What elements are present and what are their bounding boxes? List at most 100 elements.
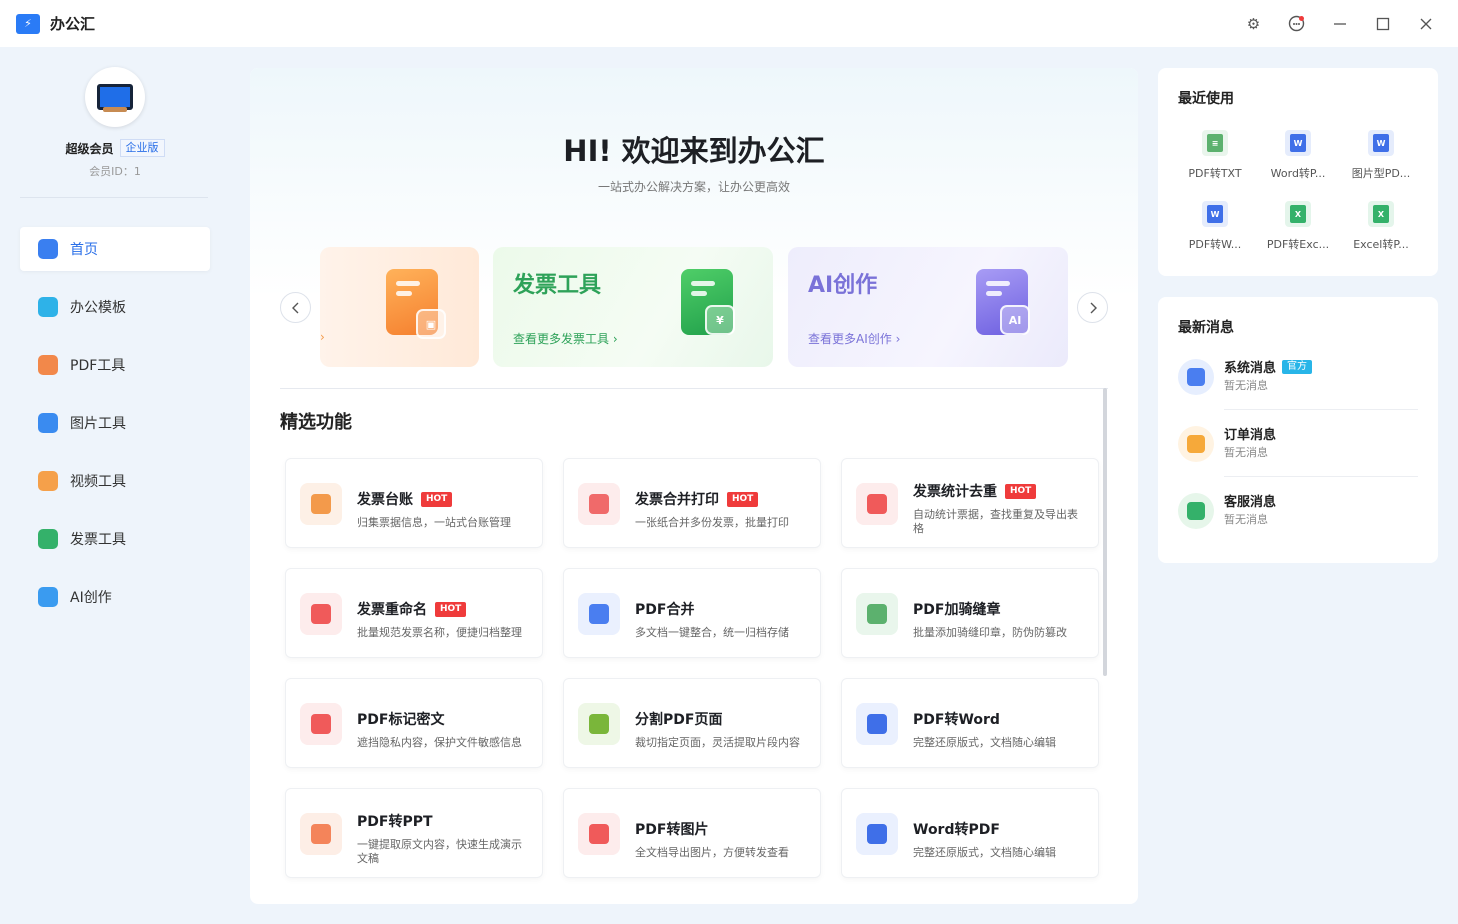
banner-ai-creation[interactable]: AI创作 查看更多AI创作 › AI <box>788 247 1068 367</box>
divider <box>280 388 1108 389</box>
feature-description: 归集票据信息，一站式台账管理 <box>357 516 511 529</box>
sidebar-item-label: 首页 <box>70 242 98 258</box>
feature-title: 发票重命名 <box>357 602 427 618</box>
message-title: 客服消息 <box>1224 495 1277 510</box>
banner-link[interactable]: 查看更多发票工具 › <box>513 330 618 347</box>
messages-panel: 最新消息 系统消息 官方 暂无消息 订单消息 暂无消息 客服消息 暂无消息 <box>1158 297 1438 563</box>
carousel-next-button[interactable] <box>1077 292 1108 323</box>
feature-card[interactable]: 发票统计去重 HOT 自动统计票据，查找重复及导出表格 <box>841 458 1099 548</box>
message-item[interactable]: 客服消息 暂无消息 <box>1178 489 1418 545</box>
feature-card[interactable]: PDF转PPT 一键提取原文内容，快速生成演示文稿 <box>285 788 543 878</box>
feature-title: Word转PDF <box>913 822 1000 838</box>
member-id: 会员ID：1 <box>89 165 141 178</box>
banner-invoice-tools[interactable]: 发票工具 查看更多发票工具 › ¥ <box>493 247 773 367</box>
close-icon[interactable] <box>1415 13 1436 34</box>
banner-link[interactable]: 查看更多AI创作 › <box>808 330 900 347</box>
feature-card[interactable]: 发票合并打印 HOT 一张纸合并多份发票，批量打印 <box>563 458 821 548</box>
feature-description: 完整还原版式，文档随心编辑 <box>913 736 1056 749</box>
sidebar-item-0[interactable]: 首页 <box>20 227 210 271</box>
sidebar-item-4[interactable]: 视频工具 <box>20 459 210 503</box>
sidebar-item-1[interactable]: 办公模板 <box>20 285 210 329</box>
message-title: 订单消息 <box>1224 428 1277 443</box>
sidebar-item-label: 办公模板 <box>70 300 126 316</box>
feature-card[interactable]: PDF加骑缝章批量添加骑缝印章，防伪防篡改 <box>841 568 1099 658</box>
message-item[interactable]: 订单消息 暂无消息 <box>1178 422 1418 478</box>
divider <box>20 197 208 198</box>
feature-description: 批量添加骑缝印章，防伪防篡改 <box>913 626 1067 639</box>
edition-badge: 企业版 <box>119 139 165 157</box>
briefcase-icon <box>38 297 58 317</box>
recent-item-label: PDF转Exc... <box>1266 238 1330 251</box>
pdf-icon <box>38 355 58 375</box>
feature-card[interactable]: 分割PDF页面 裁切指定页面，灵活提取片段内容 <box>563 678 821 768</box>
minimize-icon[interactable] <box>1329 13 1350 34</box>
feature-title: 发票合并打印 <box>635 492 719 508</box>
home-icon <box>38 239 58 259</box>
sidebar-item-3[interactable]: 图片工具 <box>20 401 210 445</box>
recent-item[interactable]: W PDF转W... <box>1175 201 1255 252</box>
feature-card[interactable]: PDF合并多文档一键整合，统一归档存储 <box>563 568 821 658</box>
seal-icon <box>856 593 898 635</box>
title-bar: ⚡ 办公汇 ⚙ <box>0 0 1458 47</box>
sidebar-item-label: 图片工具 <box>70 416 126 432</box>
bell-icon <box>1178 426 1214 462</box>
feature-card[interactable]: PDF标记密文遮挡隐私内容，保护文件敏感信息 <box>285 678 543 768</box>
sidebar-item-label: 发票工具 <box>70 532 126 548</box>
message-subtitle: 暂无消息 <box>1224 379 1268 392</box>
word-icon <box>856 703 898 745</box>
feature-description: 批量规范发票名称，便捷归档整理 <box>357 626 522 639</box>
recent-item[interactable]: W 图片型PD... <box>1341 130 1421 181</box>
recent-item[interactable]: W Word转P... <box>1258 130 1338 181</box>
banner-partial[interactable]: › ▣ <box>320 247 479 367</box>
feature-description: 遮挡隐私内容，保护文件敏感信息 <box>357 736 522 749</box>
invoice-icon <box>38 529 58 549</box>
feature-title: PDF标记密文 <box>357 712 445 728</box>
sidebar-item-2[interactable]: PDF工具 <box>20 343 210 387</box>
image-icon <box>38 413 58 433</box>
recent-item[interactable]: X PDF转Exc... <box>1258 201 1338 252</box>
sidebar-item-6[interactable]: AI创作 <box>20 575 210 619</box>
feature-title: PDF加骑缝章 <box>913 602 1001 618</box>
chat-icon[interactable] <box>1286 13 1307 34</box>
message-item[interactable]: 系统消息 官方 暂无消息 <box>1178 355 1418 411</box>
hot-badge: HOT <box>727 491 759 507</box>
section-title: 精选功能 <box>280 412 352 433</box>
word-file-icon: W <box>1368 130 1394 156</box>
sidebar-nav: 首页办公模板 PDF工具图片工具视频工具发票工具 AI创作 <box>20 227 210 633</box>
feature-card[interactable]: PDF转Word 完整还原版式，文档随心编辑 <box>841 678 1099 768</box>
feature-title: PDF转PPT <box>357 814 433 830</box>
rename-icon <box>300 593 342 635</box>
mask-icon <box>300 703 342 745</box>
recent-item[interactable]: ≡ PDF转TXT <box>1175 130 1255 181</box>
feature-card[interactable]: 发票重命名 HOT 批量规范发票名称，便捷归档整理 <box>285 568 543 658</box>
avatar[interactable] <box>85 67 145 127</box>
settings-icon[interactable]: ⚙ <box>1243 13 1264 34</box>
maximize-icon[interactable] <box>1372 13 1393 34</box>
scrollbar-thumb[interactable] <box>1103 388 1107 676</box>
carousel-prev-button[interactable] <box>280 292 311 323</box>
recent-item-label: Excel转P... <box>1353 238 1409 251</box>
feature-description: 多文档一键整合，统一归档存储 <box>635 626 789 639</box>
hot-badge: HOT <box>421 491 453 507</box>
home-ledger-icon <box>300 483 342 525</box>
feature-title: PDF合并 <box>635 602 695 618</box>
app-logo-icon: ⚡ <box>16 13 40 34</box>
feature-card[interactable]: PDF转图片全文档导出图片，方便转发查看 <box>563 788 821 878</box>
feature-title: PDF转图片 <box>635 822 709 838</box>
ai-document-icon: AI <box>976 269 1030 335</box>
feature-description: 一键提取原文内容，快速生成演示文稿 <box>357 838 522 865</box>
feature-description: 全文档导出图片，方便转发查看 <box>635 846 789 859</box>
recent-item[interactable]: X Excel转P... <box>1341 201 1421 252</box>
feature-description: 自动统计票据，查找重复及导出表格 <box>913 508 1078 535</box>
printer-icon <box>578 483 620 525</box>
document-icon: ▣ <box>386 269 446 339</box>
headset-icon <box>1178 493 1214 529</box>
recent-item-label: PDF转W... <box>1188 238 1242 251</box>
sidebar-item-5[interactable]: 发票工具 <box>20 517 210 561</box>
banner-title: 发票工具 <box>513 273 602 298</box>
feature-card[interactable]: Word转PDF 完整还原版式，文档随心编辑 <box>841 788 1099 878</box>
word-file-icon: W <box>1285 130 1311 156</box>
official-badge: 官方 <box>1282 359 1313 374</box>
invoice-document-icon: ¥ <box>681 269 735 335</box>
feature-card[interactable]: 发票台账 HOT 归集票据信息，一站式台账管理 <box>285 458 543 548</box>
